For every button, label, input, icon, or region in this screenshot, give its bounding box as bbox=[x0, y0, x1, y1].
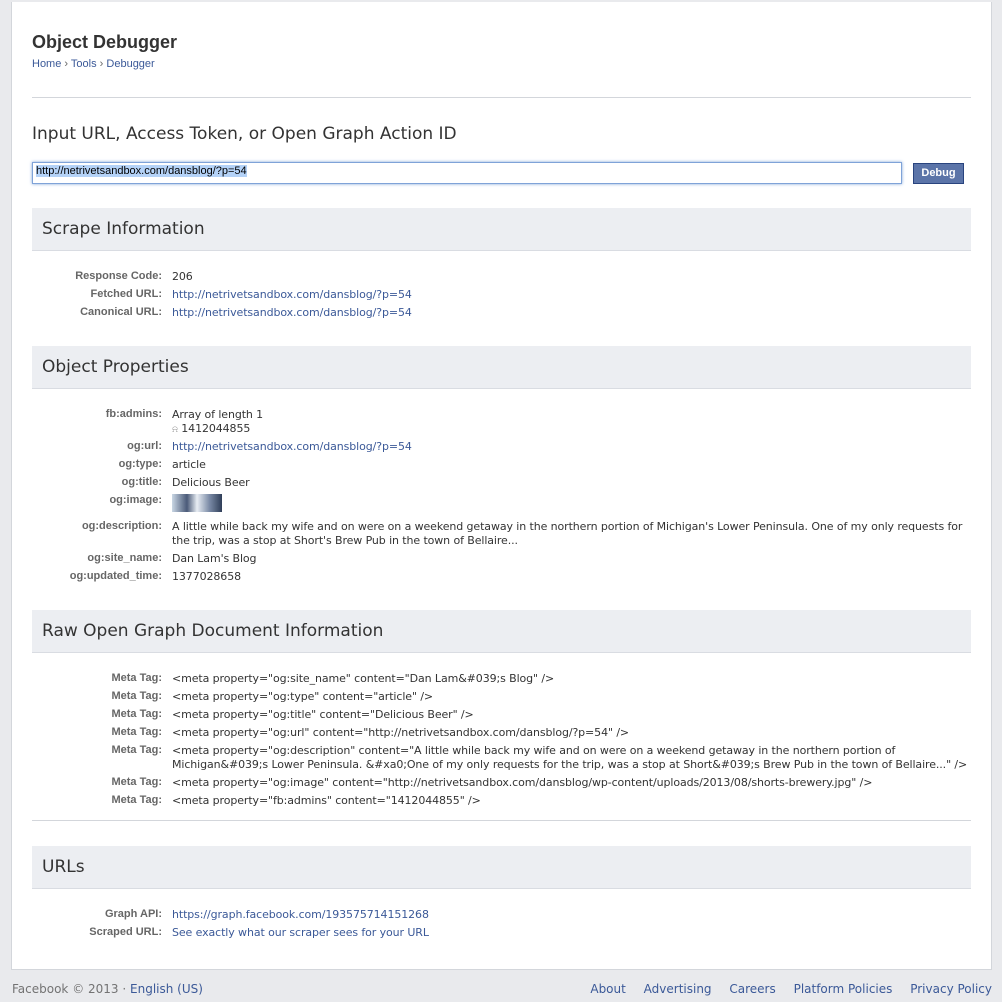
row-key: Meta Tag: bbox=[111, 744, 162, 756]
row-key: Canonical URL: bbox=[80, 306, 162, 318]
debug-button[interactable]: Debug bbox=[913, 163, 964, 184]
row-key: Meta Tag: bbox=[111, 672, 162, 684]
input-label: Input URL, Access Token, or Open Graph A… bbox=[32, 124, 457, 144]
raw-rows: Meta Tag: <meta property="og:site_name" … bbox=[32, 672, 971, 812]
response-code-row: Response Code: 206 bbox=[32, 270, 971, 288]
meta-tag-value: <meta property="og:type" content="articl… bbox=[172, 690, 434, 703]
meta-tag-row: Meta Tag: <meta property="og:title" cont… bbox=[32, 708, 971, 726]
row-key: og:description: bbox=[81, 520, 162, 532]
row-key: Graph API: bbox=[104, 908, 162, 920]
person-icon: ⍾ bbox=[172, 425, 178, 435]
meta-tag-value: <meta property="og:site_name" content="D… bbox=[172, 672, 555, 685]
urls-rows: Graph API: https://graph.facebook.com/19… bbox=[32, 908, 971, 944]
og-image-thumbnail[interactable] bbox=[172, 494, 222, 512]
fb-admins-value: Array of length 1 bbox=[172, 408, 264, 421]
og-type-value: article bbox=[172, 458, 206, 471]
divider bbox=[32, 97, 971, 98]
og-description-value: A little while back my wife and on were … bbox=[172, 520, 963, 547]
breadcrumb-tools[interactable]: Tools bbox=[71, 58, 97, 70]
footer-link-privacy-policy[interactable]: Privacy Policy bbox=[910, 982, 992, 996]
og-site-name-value: Dan Lam's Blog bbox=[172, 552, 257, 565]
language-link[interactable]: English (US) bbox=[130, 982, 203, 996]
meta-tag-value: <meta property="og:description" content=… bbox=[172, 744, 968, 771]
footer-link-careers[interactable]: Careers bbox=[729, 982, 775, 996]
row-key: Meta Tag: bbox=[111, 776, 162, 788]
url-input-value: http://netrivetsandbox.com/dansblog/?p=5… bbox=[36, 165, 247, 177]
meta-tag-value: <meta property="og:url" content="http://… bbox=[172, 726, 630, 739]
og-url-row: og:url: http://netrivetsandbox.com/dansb… bbox=[32, 440, 971, 458]
row-key: Meta Tag: bbox=[111, 690, 162, 702]
breadcrumb-debugger[interactable]: Debugger bbox=[106, 58, 154, 70]
raw-section-header: Raw Open Graph Document Information bbox=[32, 610, 971, 653]
scraped-url-row: Scraped URL: See exactly what our scrape… bbox=[32, 926, 971, 944]
row-key: og:type: bbox=[118, 458, 162, 470]
og-type-row: og:type: article bbox=[32, 458, 971, 476]
row-key: fb:admins: bbox=[105, 408, 162, 420]
row-key: og:title: bbox=[121, 476, 162, 488]
breadcrumb: Home › Tools › Debugger bbox=[32, 58, 155, 70]
row-key: og:url: bbox=[127, 440, 162, 452]
row-key: Fetched URL: bbox=[90, 288, 163, 300]
footer-link-about[interactable]: About bbox=[590, 982, 625, 996]
main-panel: Object Debugger Home › Tools › Debugger … bbox=[11, 2, 992, 970]
footer: Facebook © 2013 · English (US) About Adv… bbox=[12, 982, 992, 996]
row-key: og:site_name: bbox=[87, 552, 162, 564]
urls-section-title: URLs bbox=[42, 857, 85, 877]
meta-tag-row: Meta Tag: <meta property="og:image" cont… bbox=[32, 776, 971, 794]
url-input[interactable]: http://netrivetsandbox.com/dansblog/?p=5… bbox=[32, 162, 902, 184]
row-key: Scraped URL: bbox=[89, 926, 162, 938]
scrape-section-title: Scrape Information bbox=[42, 219, 205, 239]
copyright: Facebook © 2013 · bbox=[12, 982, 127, 996]
meta-tag-value: <meta property="og:title" content="Delic… bbox=[172, 708, 474, 721]
graph-api-link[interactable]: https://graph.facebook.com/1935757141512… bbox=[172, 908, 429, 921]
footer-link-advertising[interactable]: Advertising bbox=[644, 982, 712, 996]
meta-tag-value: <meta property="og:image" content="http:… bbox=[172, 776, 873, 789]
og-image-row: og:image: bbox=[32, 494, 971, 520]
scraped-url-link[interactable]: See exactly what our scraper sees for yo… bbox=[172, 926, 429, 939]
fb-admins-row: fb:admins: Array of length 1 ⍾ 141204485… bbox=[32, 408, 971, 440]
scrape-section-header: Scrape Information bbox=[32, 208, 971, 251]
fb-admins-item: 1412044855 bbox=[181, 422, 251, 435]
footer-links: About Advertising Careers Platform Polic… bbox=[576, 982, 992, 996]
meta-tag-row: Meta Tag: <meta property="fb:admins" con… bbox=[32, 794, 971, 812]
row-key: og:updated_time: bbox=[69, 570, 162, 582]
row-key: Meta Tag: bbox=[111, 794, 162, 806]
properties-section-header: Object Properties bbox=[32, 346, 971, 389]
meta-tag-value: <meta property="fb:admins" content="1412… bbox=[172, 794, 481, 807]
og-updated-time-value: 1377028658 bbox=[172, 570, 241, 583]
og-updated-time-row: og:updated_time: 1377028658 bbox=[32, 570, 971, 588]
og-title-row: og:title: Delicious Beer bbox=[32, 476, 971, 494]
properties-rows: fb:admins: Array of length 1 ⍾ 141204485… bbox=[32, 408, 971, 588]
og-url-link[interactable]: http://netrivetsandbox.com/dansblog/?p=5… bbox=[172, 440, 412, 453]
canonical-url-link[interactable]: http://netrivetsandbox.com/dansblog/?p=5… bbox=[172, 306, 412, 319]
scrape-rows: Response Code: 206 Fetched URL: http://n… bbox=[32, 270, 971, 324]
og-description-row: og:description: A little while back my w… bbox=[32, 520, 971, 552]
urls-section-header: URLs bbox=[32, 846, 971, 889]
graph-api-row: Graph API: https://graph.facebook.com/19… bbox=[32, 908, 971, 926]
og-site-name-row: og:site_name: Dan Lam's Blog bbox=[32, 552, 971, 570]
properties-section-title: Object Properties bbox=[42, 357, 189, 377]
raw-section-title: Raw Open Graph Document Information bbox=[42, 621, 384, 641]
canonical-url-row: Canonical URL: http://netrivetsandbox.co… bbox=[32, 306, 971, 324]
row-key: Meta Tag: bbox=[111, 708, 162, 720]
footer-link-platform-policies[interactable]: Platform Policies bbox=[794, 982, 893, 996]
row-key: Response Code: bbox=[75, 270, 162, 282]
row-key: og:image: bbox=[109, 494, 162, 506]
fetched-url-link[interactable]: http://netrivetsandbox.com/dansblog/?p=5… bbox=[172, 288, 412, 301]
page-title: Object Debugger bbox=[32, 32, 178, 52]
meta-tag-row: Meta Tag: <meta property="og:site_name" … bbox=[32, 672, 971, 690]
response-code-value: 206 bbox=[172, 270, 193, 283]
fetched-url-row: Fetched URL: http://netrivetsandbox.com/… bbox=[32, 288, 971, 306]
row-key: Meta Tag: bbox=[111, 726, 162, 738]
og-title-value: Delicious Beer bbox=[172, 476, 250, 489]
meta-tag-row: Meta Tag: <meta property="og:url" conten… bbox=[32, 726, 971, 744]
divider bbox=[32, 820, 971, 821]
meta-tag-row: Meta Tag: <meta property="og:type" conte… bbox=[32, 690, 971, 708]
breadcrumb-home[interactable]: Home bbox=[32, 58, 61, 70]
meta-tag-row: Meta Tag: <meta property="og:description… bbox=[32, 744, 971, 776]
